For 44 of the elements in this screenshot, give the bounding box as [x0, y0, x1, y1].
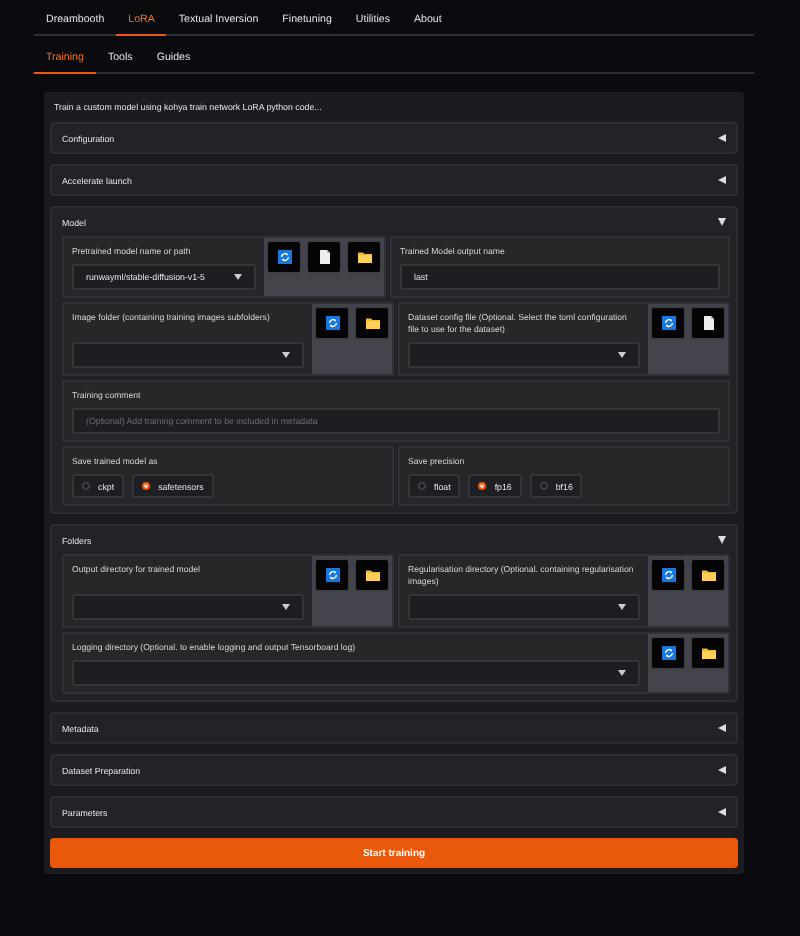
folder-icon	[365, 568, 379, 583]
folder-button[interactable]	[354, 306, 390, 341]
refresh-button[interactable]	[650, 306, 686, 341]
collapsed-arrow-icon	[718, 134, 726, 142]
refresh-button[interactable]	[650, 636, 686, 671]
dropdown-caret-icon	[618, 604, 626, 611]
refresh-icon	[661, 316, 675, 331]
refresh-button[interactable]	[650, 558, 686, 593]
refresh-icon	[325, 568, 339, 583]
folder-button[interactable]	[690, 636, 726, 671]
refresh-button[interactable]	[314, 558, 350, 593]
dropdown-caret-icon	[618, 670, 626, 677]
folder-icon	[701, 646, 715, 661]
refresh-button[interactable]	[314, 306, 350, 341]
refresh-button[interactable]	[266, 240, 302, 274]
file-icon	[701, 316, 715, 331]
dropdown-field[interactable]	[408, 594, 640, 621]
dropdown-caret-icon	[234, 274, 242, 281]
folder-button[interactable]	[690, 558, 726, 593]
dropdown-field[interactable]	[408, 342, 640, 369]
collapsed-arrow-icon	[718, 808, 726, 817]
dropdown-field[interactable]	[72, 594, 304, 621]
file-button[interactable]	[690, 306, 726, 341]
file-icon	[317, 250, 331, 264]
refresh-icon	[277, 250, 291, 264]
folder-button[interactable]	[354, 558, 390, 593]
dropdown-caret-icon	[282, 604, 290, 611]
expanded-arrow-icon	[718, 536, 726, 545]
expanded-arrow-icon	[718, 218, 726, 226]
folder-icon	[357, 250, 371, 264]
collapsed-arrow-icon	[718, 766, 726, 775]
file-button[interactable]	[306, 240, 342, 274]
folder-icon	[365, 316, 379, 331]
refresh-icon	[661, 568, 675, 583]
collapsed-arrow-icon	[718, 724, 726, 733]
refresh-icon	[661, 646, 675, 661]
dropdown-caret-icon	[618, 352, 626, 359]
collapsed-arrow-icon	[718, 176, 726, 184]
dropdown-caret-icon	[282, 352, 290, 359]
folder-button[interactable]	[346, 240, 382, 274]
refresh-icon	[325, 316, 339, 331]
folder-icon	[701, 568, 715, 583]
dropdown-field[interactable]	[72, 342, 304, 369]
dropdown-field[interactable]	[72, 660, 640, 687]
